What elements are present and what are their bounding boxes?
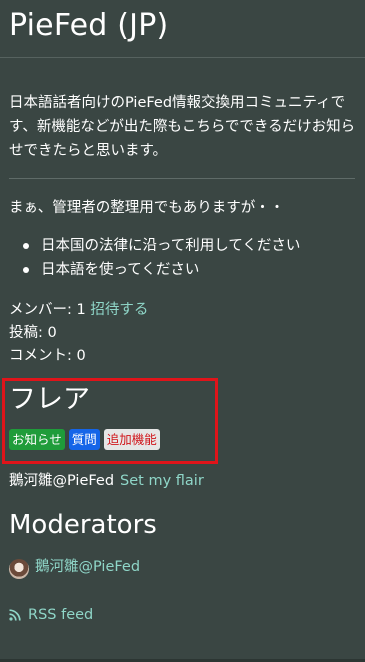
- rss-icon: [9, 609, 21, 621]
- avatar: [9, 559, 29, 579]
- flair-tags: お知らせ 質問 追加機能: [9, 429, 160, 450]
- community-sidebar: PieFed (JP) 日本語話者向けのPieFed情報交換用コミュニティです、…: [0, 0, 365, 660]
- comments-count: コメント: 0: [9, 348, 86, 364]
- community-description: 日本語話者向けのPieFed情報交換用コミュニティです、新機能などが出た際もこち…: [9, 95, 356, 159]
- list-item: 日本語を使ってください: [9, 258, 300, 282]
- rules-list: 日本国の法律に沿って利用してください 日本語を使ってください: [9, 234, 300, 282]
- moderator-link[interactable]: 鵝河雛@PieFed: [35, 556, 140, 578]
- rss-feed-label[interactable]: RSS feed: [28, 604, 93, 626]
- bullet-icon: [23, 267, 29, 273]
- bullet-icon: [23, 243, 29, 249]
- invite-link[interactable]: 招待する: [90, 302, 148, 318]
- divider: [9, 178, 355, 179]
- rule-text: 日本国の法律に沿って利用してください: [41, 238, 301, 254]
- user-name: 鵝河雛@PieFed: [9, 473, 115, 489]
- flair-heading: フレア: [9, 384, 90, 415]
- community-title: PieFed (JP): [9, 8, 169, 43]
- community-stats: メンバー: 1 招待する 投稿: 0 コメント: 0: [9, 299, 148, 368]
- flair-tag-announcement[interactable]: お知らせ: [9, 429, 65, 450]
- set-flair-link[interactable]: Set my flair: [120, 473, 204, 489]
- flair-tag-question[interactable]: 質問: [68, 429, 100, 450]
- divider: [0, 57, 365, 58]
- members-count: メンバー: 1: [9, 302, 86, 318]
- user-flair-row: 鵝河雛@PieFed Set my flair: [9, 470, 204, 492]
- rss-feed-link[interactable]: RSS feed: [9, 604, 93, 626]
- community-note: まぁ、管理者の整理用でもありますが・・: [9, 200, 285, 216]
- rule-text: 日本語を使ってください: [41, 262, 200, 278]
- moderator-item[interactable]: 鵝河雛@PieFed: [9, 555, 140, 579]
- flair-tag-new-feature[interactable]: 追加機能: [103, 429, 160, 450]
- moderators-heading: Moderators: [9, 510, 157, 540]
- list-item: 日本国の法律に沿って利用してください: [9, 234, 300, 258]
- members-row: メンバー: 1 招待する: [9, 299, 148, 322]
- posts-count: 投稿: 0: [9, 325, 57, 341]
